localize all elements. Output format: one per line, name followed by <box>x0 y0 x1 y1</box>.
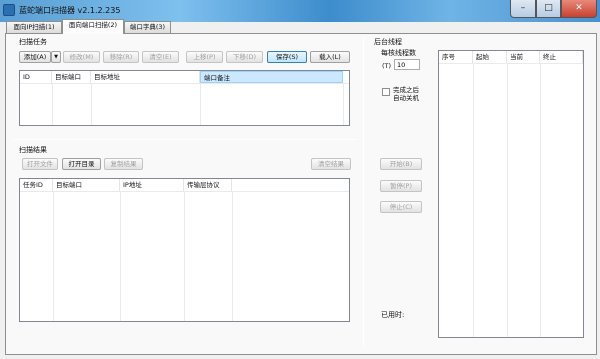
list-divider <box>52 83 53 125</box>
window-title: 蓝蛇端口扫描器 v2.1.2.235 <box>19 6 121 15</box>
list-divider <box>91 83 92 125</box>
column-header-start[interactable]: 起始 <box>473 51 507 63</box>
list-divider <box>473 63 474 337</box>
move-down-button[interactable]: 下移(D) <box>226 51 263 63</box>
list-divider <box>540 63 541 337</box>
column-header-index[interactable]: 序号 <box>439 51 473 63</box>
save-button[interactable]: 保存(S) <box>267 51 307 63</box>
task-list[interactable]: ID 目标端口 目标地址 端口备注 <box>19 70 350 126</box>
column-header-ip-address[interactable]: IP地址 <box>120 179 184 191</box>
column-header-target-port[interactable]: 目标端口 <box>52 71 91 83</box>
tab-ip-scan[interactable]: 面向IP扫描(1) <box>6 21 62 33</box>
tab-port-dictionary[interactable]: 端口字典(3) <box>124 21 171 33</box>
auto-shutdown-label-line2: 自动关机 <box>393 94 419 102</box>
auto-shutdown-checkbox[interactable] <box>382 88 390 96</box>
column-header-target-address[interactable]: 目标地址 <box>91 71 200 83</box>
move-up-button[interactable]: 上移(P) <box>186 51 223 63</box>
column-header-port-note[interactable]: 端口备注 <box>200 71 343 83</box>
maximize-icon: □ <box>544 3 553 13</box>
edit-button[interactable]: 修改(M) <box>63 51 100 63</box>
section-separator <box>14 139 356 140</box>
copy-result-button[interactable]: 复制结果 <box>104 158 143 170</box>
open-file-button[interactable]: 打开文件 <box>22 158 58 170</box>
column-header-end[interactable]: 终止 <box>540 51 583 63</box>
thread-list[interactable]: 序号 起始 当前 终止 <box>438 50 584 338</box>
panel-separator <box>363 36 364 346</box>
tab-port-scan[interactable]: 面向端口扫描(2) <box>62 19 124 34</box>
background-threads-label: 后台线程 <box>374 38 402 46</box>
column-header-current[interactable]: 当前 <box>507 51 540 63</box>
per-core-threads-label: 每核线程数 <box>381 49 416 57</box>
clear-button[interactable]: 清空(E) <box>142 51 179 63</box>
pause-button[interactable]: 暂停(P) <box>380 180 422 192</box>
add-button[interactable]: 添加(A) <box>19 51 51 63</box>
clear-result-button[interactable]: 清空结果 <box>311 158 351 170</box>
list-divider <box>439 63 583 64</box>
list-divider <box>507 63 508 337</box>
list-divider <box>20 83 349 84</box>
list-divider <box>120 191 121 321</box>
list-divider <box>232 191 233 321</box>
scan-tasks-label: 扫描任务 <box>19 38 47 46</box>
result-list[interactable]: 任务ID 目标端口 IP地址 传输层协议 <box>19 178 350 322</box>
list-divider <box>200 83 201 125</box>
stop-button[interactable]: 停止(C) <box>380 201 422 213</box>
app-icon <box>3 4 15 16</box>
thread-count-input[interactable] <box>394 59 420 70</box>
open-directory-button[interactable]: 打开目录 <box>62 158 101 170</box>
column-header-target-port[interactable]: 目标端口 <box>53 179 120 191</box>
load-button[interactable]: 载入(L) <box>310 51 350 63</box>
add-dropdown-icon[interactable]: ▼ <box>51 51 61 63</box>
list-divider <box>184 191 185 321</box>
scan-results-label: 扫描结果 <box>19 146 47 154</box>
close-icon: ✕ <box>575 3 583 13</box>
list-divider <box>343 83 344 125</box>
column-header-id[interactable]: ID <box>20 71 52 83</box>
remove-button[interactable]: 移除(R) <box>103 51 139 63</box>
start-button[interactable]: 开始(B) <box>380 158 422 170</box>
close-button[interactable]: ✕ <box>561 0 597 18</box>
maximize-button[interactable]: □ <box>536 0 561 18</box>
minimize-icon: – <box>520 3 526 13</box>
column-header-task-id[interactable]: 任务ID <box>20 179 53 191</box>
column-header-transport-protocol[interactable]: 传输层协议 <box>184 179 232 191</box>
threads-shortcut-label: (T) <box>382 62 392 70</box>
minimize-button[interactable]: – <box>510 0 536 18</box>
list-divider <box>53 191 54 321</box>
elapsed-time-label: 已用时: <box>381 311 405 319</box>
